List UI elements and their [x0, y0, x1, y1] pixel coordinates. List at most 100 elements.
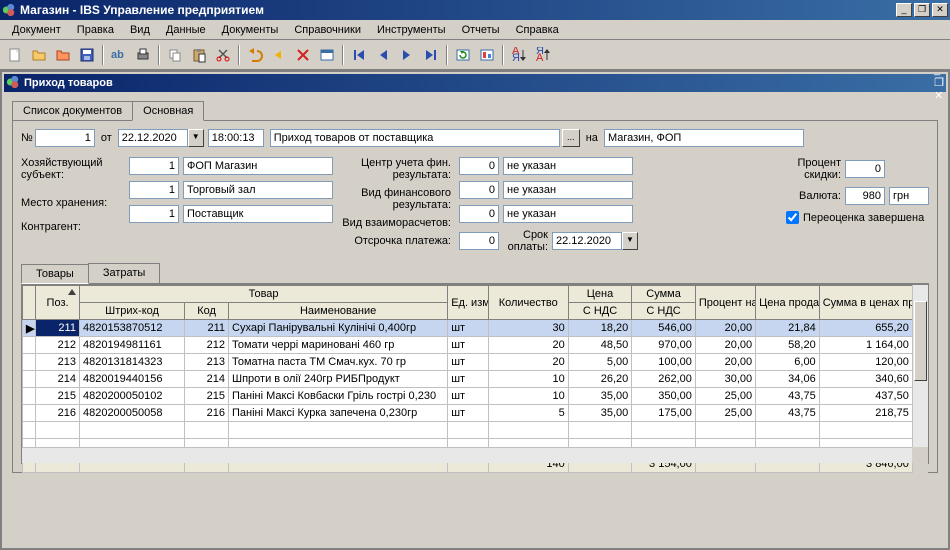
na-label: на — [586, 132, 598, 144]
contr-code[interactable] — [129, 205, 179, 223]
menu-documents[interactable]: Документы — [214, 22, 287, 38]
tab-goods[interactable]: Товары — [21, 264, 89, 284]
child-close-button[interactable]: ✕ — [934, 89, 944, 102]
maximize-button[interactable]: ❐ — [914, 3, 930, 17]
window-title: Магазин - IBS Управление предприятием — [20, 3, 896, 17]
curr-label: Валюта: — [786, 190, 841, 202]
col-price2[interactable]: С НДС — [568, 303, 632, 320]
col-sum2[interactable]: С НДС — [632, 303, 696, 320]
child-titlebar: Приход товаров _ ❐ ✕ — [4, 74, 946, 92]
redo-icon[interactable] — [268, 44, 290, 66]
finres-code[interactable] — [459, 181, 499, 199]
col-unit[interactable]: Ед. изм. — [448, 286, 489, 320]
tab-list[interactable]: Список документов — [12, 101, 133, 120]
due-dropdown-icon[interactable]: ▼ — [622, 232, 638, 250]
menu-document[interactable]: Документ — [4, 22, 69, 38]
store-name[interactable] — [183, 181, 333, 199]
sort-desc-icon[interactable]: ЯA — [532, 44, 554, 66]
child-restore-button[interactable]: ❐ — [934, 76, 944, 89]
subject-code[interactable] — [129, 157, 179, 175]
fincenter-name[interactable] — [503, 157, 633, 175]
repriced-label: Переоценка завершена — [803, 212, 924, 224]
col-markup[interactable]: Процент наценки — [695, 286, 755, 320]
settle-name[interactable] — [503, 205, 633, 223]
disc-label: Процент скидки: — [786, 157, 841, 181]
col-marker[interactable] — [23, 286, 36, 320]
main-titlebar: Магазин - IBS Управление предприятием _ … — [0, 0, 950, 20]
col-barcode[interactable]: Штрих-код — [79, 303, 184, 320]
undo-icon[interactable] — [244, 44, 266, 66]
doc-time-input[interactable] — [208, 129, 264, 147]
close-doc-icon[interactable] — [52, 44, 74, 66]
due-input[interactable] — [552, 232, 622, 250]
store-code[interactable] — [129, 181, 179, 199]
contr-name[interactable] — [183, 205, 333, 223]
child-minimize-button[interactable]: _ — [934, 64, 944, 76]
save-icon[interactable] — [76, 44, 98, 66]
curr-name[interactable] — [889, 187, 929, 205]
disc-input[interactable] — [845, 160, 885, 178]
table-row[interactable]: 2164820200050058216Паніні Максі Курка за… — [23, 405, 929, 422]
grid-vscroll[interactable] — [912, 285, 928, 447]
paste-icon[interactable] — [188, 44, 210, 66]
prev-icon[interactable] — [372, 44, 394, 66]
export-icon[interactable] — [476, 44, 498, 66]
col-name[interactable]: Наименование — [229, 303, 448, 320]
doc-type-input[interactable] — [270, 129, 560, 147]
org-input[interactable] — [604, 129, 804, 147]
print-icon[interactable] — [132, 44, 154, 66]
menu-edit[interactable]: Правка — [69, 22, 122, 38]
menubar: Документ Правка Вид Данные Документы Спр… — [0, 20, 950, 40]
close-button[interactable]: ✕ — [932, 3, 948, 17]
col-product[interactable]: Товар — [79, 286, 447, 303]
tab-main[interactable]: Основная — [132, 101, 204, 121]
find-icon[interactable]: ab — [108, 44, 130, 66]
next-icon[interactable] — [396, 44, 418, 66]
defer-input[interactable] — [459, 232, 499, 250]
new-doc-icon[interactable] — [4, 44, 26, 66]
menu-tools[interactable]: Инструменты — [369, 22, 454, 38]
curr-code[interactable] — [845, 187, 885, 205]
menu-help[interactable]: Справка — [508, 22, 567, 38]
doc-type-lookup[interactable]: ... — [562, 129, 580, 147]
repriced-checkbox[interactable] — [786, 211, 799, 224]
table-row[interactable]: 2144820019440156214Шпроти в олії 240гр Р… — [23, 371, 929, 388]
settle-code[interactable] — [459, 205, 499, 223]
sort-asc-icon[interactable]: AЯ — [508, 44, 530, 66]
fincenter-label: Центр учета фин. результата: — [341, 157, 451, 181]
delete-icon[interactable] — [292, 44, 314, 66]
menu-reports[interactable]: Отчеты — [454, 22, 508, 38]
menu-ref[interactable]: Справочники — [286, 22, 369, 38]
menu-view[interactable]: Вид — [122, 22, 158, 38]
col-sale[interactable]: Цена продажи — [756, 286, 820, 320]
table-row[interactable]: 2134820131814323213Томатна паста ТМ Смач… — [23, 354, 929, 371]
open-icon[interactable] — [28, 44, 50, 66]
doc-date-input[interactable] — [118, 129, 188, 147]
last-icon[interactable] — [420, 44, 442, 66]
refresh-icon[interactable] — [452, 44, 474, 66]
copy-icon[interactable] — [164, 44, 186, 66]
col-code[interactable]: Код — [185, 303, 229, 320]
tab-costs[interactable]: Затраты — [88, 263, 161, 283]
doc-no-input[interactable] — [35, 129, 95, 147]
cut-icon[interactable] — [212, 44, 234, 66]
window-icon[interactable] — [316, 44, 338, 66]
col-pos[interactable]: Поз. — [36, 286, 80, 320]
menu-data[interactable]: Данные — [158, 22, 214, 38]
col-sum[interactable]: Сумма — [632, 286, 696, 303]
col-saletot[interactable]: Сумма в ценах продажи — [819, 286, 912, 320]
fincenter-code[interactable] — [459, 157, 499, 175]
minimize-button[interactable]: _ — [896, 3, 912, 17]
table-row[interactable]: 2124820194981161212Томати черрі маринова… — [23, 337, 929, 354]
subject-name[interactable] — [183, 157, 333, 175]
child-window: Приход товаров _ ❐ ✕ Список документов О… — [2, 72, 948, 548]
col-price[interactable]: Цена — [568, 286, 632, 303]
date-dropdown-icon[interactable]: ▼ — [188, 129, 204, 147]
col-qty[interactable]: Количество — [488, 286, 568, 320]
table-row[interactable]: 2154820200050102215Паніні Максі Ковбаски… — [23, 388, 929, 405]
first-icon[interactable] — [348, 44, 370, 66]
finres-label: Вид финансового результата: — [341, 187, 451, 211]
grid-hscroll[interactable] — [22, 447, 912, 463]
finres-name[interactable] — [503, 181, 633, 199]
table-row[interactable]: ▶2114820153870512211Сухарі Панірувальні … — [23, 320, 929, 337]
